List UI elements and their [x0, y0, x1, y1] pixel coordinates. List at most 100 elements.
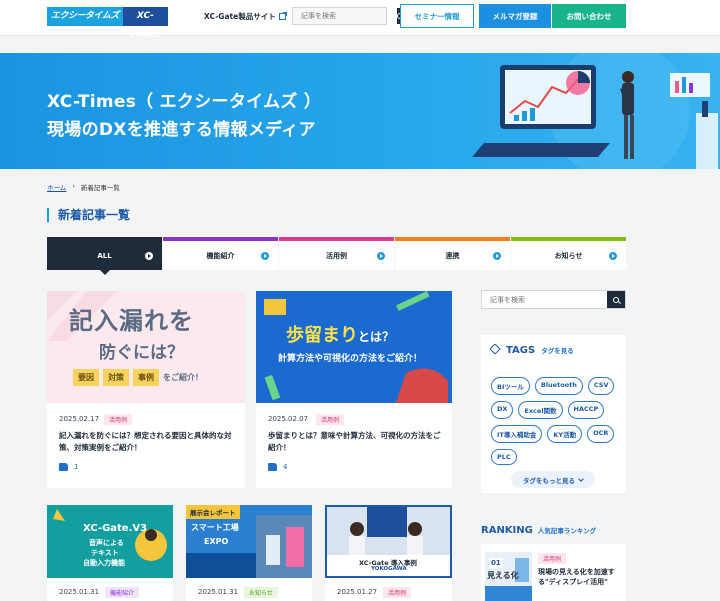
- ranking-title[interactable]: 現場の見える化を加速する"ディスプレイ活用": [538, 567, 624, 587]
- tab-label: 活用例: [326, 251, 347, 260]
- site-logo[interactable]: エクシータイムズ XC-Times: [47, 7, 168, 40]
- article-category[interactable]: 機能紹介: [105, 587, 140, 598]
- sidebar-search-input[interactable]: [482, 291, 607, 308]
- thumbnail-heading-1: スマート工場: [191, 523, 239, 532]
- like-counter[interactable]: 1: [59, 463, 78, 471]
- more-tags-label: タグをもっと見る: [523, 476, 575, 485]
- tag-pill[interactable]: CSV: [587, 377, 615, 395]
- arrow-right-icon: [609, 251, 617, 260]
- tags-header: TAGS タグを見る: [489, 343, 574, 356]
- thumbnail-heading-main: 歩留まり: [286, 325, 358, 346]
- like-count: 1: [74, 463, 79, 471]
- sidebar-search: [481, 290, 626, 309]
- thumbnail-heading-2: YOKOGAWA: [371, 566, 407, 572]
- article-card[interactable]: 歩留まり とは？ 計算方法や可視化の方法をご紹介！ 2025.02.07 活用例…: [256, 291, 452, 488]
- like-count: 4: [283, 463, 288, 471]
- article-category[interactable]: 活用例: [316, 414, 345, 425]
- thumbs-up-icon: [59, 463, 68, 471]
- tag-pill[interactable]: Excel関数: [518, 401, 563, 419]
- ranking-thumbnail-text: 見える化: [487, 571, 519, 580]
- thumbnail-chip: 事例: [133, 369, 159, 386]
- breadcrumb: ホーム › 新着記事一覧: [47, 182, 120, 192]
- article-title[interactable]: 歩留まりとは？意味や計算方法、可視化の方法をご紹介！: [268, 430, 444, 454]
- hero-banner: XC-Times（ エクシータイムズ ） 現場のDXを推進する情報メディア: [0, 53, 720, 169]
- page-title: 新着記事一覧: [47, 208, 130, 222]
- tab-news[interactable]: お知らせ: [511, 237, 626, 270]
- hero-illustration: [472, 53, 718, 169]
- more-tags-button[interactable]: タグをもっと見る: [511, 471, 595, 488]
- arrow-right-icon: [145, 251, 153, 260]
- article-card[interactable]: 展示会レポート スマート工場 EXPO 2025.01.31 お知らせ: [186, 505, 312, 601]
- article-date: 2025.01.31: [198, 588, 239, 596]
- article-category[interactable]: お知らせ: [244, 587, 278, 598]
- tab-features[interactable]: 機能紹介: [163, 237, 278, 270]
- tag-pill[interactable]: HACCP: [567, 401, 605, 419]
- breadcrumb-separator: ›: [72, 182, 75, 190]
- tab-all[interactable]: ALL: [47, 237, 162, 275]
- thumbnail-heading-2: EXPO: [204, 537, 229, 546]
- breadcrumb-home[interactable]: ホーム: [47, 182, 66, 192]
- tag-icon: [489, 343, 501, 355]
- article-thumbnail: 記入漏れを 防ぐには？ 要因 対策 事例 をご紹介！: [47, 291, 245, 403]
- site-header: エクシータイムズ XC-Times XC-Gate製品サイト セミナー情報 メル…: [0, 0, 720, 40]
- header-search-input[interactable]: [293, 8, 397, 24]
- chevron-down-icon: [578, 475, 584, 482]
- thumbnail-chip: 対策: [103, 369, 129, 386]
- ranking-header: RANKING 人気記事ランキング: [481, 525, 596, 536]
- tag-pill[interactable]: IT導入補助金: [491, 425, 543, 443]
- ranking-item[interactable]: 01 見える化 活用例 現場の見える化を加速する"ディスプレイ活用": [481, 544, 626, 601]
- arrow-right-icon: [261, 251, 269, 260]
- ranking-heading: RANKING: [481, 525, 533, 536]
- tab-label: 連携: [445, 251, 460, 260]
- newsletter-button[interactable]: メルマガ登録: [479, 4, 551, 28]
- tag-list: BIツール Bluetooth CSV DX Excel関数 HACCP IT導…: [491, 377, 623, 465]
- contact-button[interactable]: お問い合わせ: [552, 4, 626, 28]
- hero-title-line2: 現場のDXを推進する情報メディア: [47, 120, 316, 140]
- article-category[interactable]: 活用例: [383, 587, 412, 598]
- ranking-category[interactable]: 活用例: [538, 553, 567, 564]
- article-thumbnail: XC-Gate 導入事例 YOKOGAWA: [325, 505, 452, 578]
- article-date: 2025.01.31: [59, 588, 100, 596]
- thumbnail-heading-2: 計算方法や可視化の方法をご紹介！: [278, 354, 423, 364]
- tag-pill[interactable]: KY活動: [547, 425, 583, 443]
- thumbnail-chip: 要因: [73, 369, 99, 386]
- thumbnail-heading-1: 歩留まり とは？: [286, 321, 394, 347]
- tags-view-link[interactable]: タグを見る: [541, 345, 574, 355]
- sidebar-search-button[interactable]: [607, 291, 625, 308]
- tab-integration[interactable]: 連携: [395, 237, 510, 270]
- product-site-link[interactable]: XC-Gate製品サイト: [204, 11, 287, 22]
- article-card[interactable]: XC-Gate.V3 音声による テキスト 自動入力機能 2025.01.31 …: [47, 505, 173, 601]
- thumbnail-decoration: [256, 291, 452, 403]
- hero-title-line1: XC-Times（ エクシータイムズ ）: [47, 92, 322, 112]
- ranking-thumbnail: 01 見える化: [485, 552, 532, 601]
- tag-pill[interactable]: OCR: [587, 425, 615, 443]
- thumbnail-heading-1: 記入漏れを: [69, 307, 194, 335]
- tags-widget: TAGS タグを見る BIツール Bluetooth CSV DX Excel関…: [481, 335, 626, 493]
- arrow-right-icon: [377, 251, 385, 260]
- tab-use-cases[interactable]: 活用例: [279, 237, 394, 270]
- article-card[interactable]: 記入漏れを 防ぐには？ 要因 対策 事例 をご紹介！ 2025.02.17 活用…: [47, 291, 245, 488]
- article-date: 2025.02.17: [59, 415, 100, 423]
- article-card[interactable]: XC-Gate 導入事例 YOKOGAWA 2025.01.27 活用例: [325, 505, 452, 601]
- thumbnail-heading-2: 音声による: [89, 539, 124, 547]
- article-thumbnail: XC-Gate.V3 音声による テキスト 自動入力機能: [47, 505, 173, 578]
- article-thumbnail: 歩留まり とは？ 計算方法や可視化の方法をご紹介！: [256, 291, 452, 403]
- tag-pill[interactable]: BIツール: [491, 377, 530, 395]
- like-counter[interactable]: 4: [268, 463, 287, 471]
- category-tabs: ALL 機能紹介 活用例 連携 お知らせ: [47, 237, 626, 275]
- thumbnail-heading-1: XC-Gate.V3: [83, 523, 148, 534]
- tag-pill[interactable]: Bluetooth: [534, 377, 583, 395]
- seminar-button[interactable]: セミナー情報: [400, 4, 474, 28]
- article-date: 2025.01.27: [337, 588, 378, 596]
- thumbnail-heading-2: 防ぐには？: [99, 343, 184, 363]
- tags-heading: TAGS: [506, 345, 536, 356]
- tag-pill[interactable]: DX: [491, 401, 514, 419]
- article-title[interactable]: 記入漏れを防ぐには？想定される要因と具体的な対策、対策実例をご紹介！: [59, 430, 237, 454]
- tag-pill[interactable]: PLC: [491, 449, 517, 465]
- tab-label: 機能紹介: [206, 251, 235, 260]
- search-icon: [613, 296, 619, 303]
- thumbnail-tail: をご紹介！: [163, 373, 203, 382]
- breadcrumb-current: 新着記事一覧: [80, 184, 120, 192]
- thumbnail-badge: 展示会レポート: [186, 505, 240, 519]
- article-category[interactable]: 活用例: [104, 414, 133, 425]
